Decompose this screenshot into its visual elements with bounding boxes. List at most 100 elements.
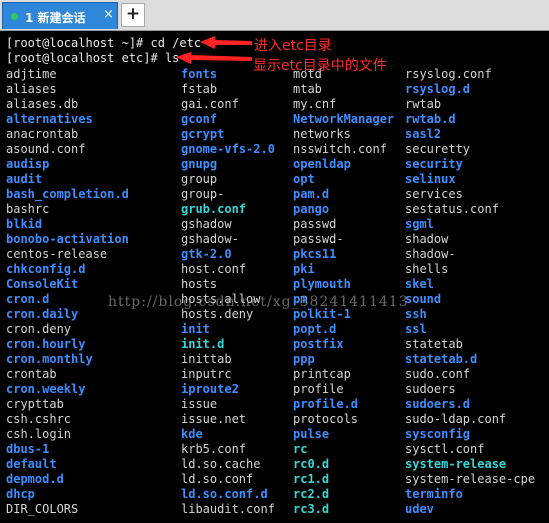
file-entry: sysctl.conf: [405, 442, 485, 456]
file-entry: gshadow: [181, 217, 232, 231]
file-entry: csh.cshrc: [6, 412, 72, 426]
file-entry: plymouth: [293, 277, 351, 291]
file-entry: NetworkManager: [293, 112, 395, 126]
file-entry: hosts: [181, 277, 218, 291]
file-entry: gcrypt: [181, 127, 225, 141]
file-entry: dbus-1: [6, 442, 50, 456]
file-entry: depmod.d: [6, 472, 64, 486]
file-entry: aliases: [6, 82, 57, 96]
file-entry: group-: [181, 187, 225, 201]
file-entry: ppp: [293, 352, 315, 366]
file-entry: pulse: [293, 427, 330, 441]
file-entry: cron.hourly: [6, 337, 86, 351]
annotation-enter-etc: 进入etc目录: [254, 38, 332, 54]
file-entry: csh.login: [6, 427, 72, 441]
file-entry: blkid: [6, 217, 43, 231]
file-entry: system-release-cpe: [405, 472, 536, 486]
file-entry: rc0.d: [293, 457, 330, 471]
file-entry: sound: [405, 292, 442, 306]
file-entry: init: [181, 322, 210, 336]
file-entry: centos-release: [6, 247, 108, 261]
file-entry: aliases.db: [6, 97, 79, 111]
file-entry: ConsoleKit: [6, 277, 79, 291]
file-entry: group: [181, 172, 218, 186]
new-tab-button[interactable]: +: [121, 3, 145, 27]
file-entry: statetab.d: [405, 352, 478, 366]
file-entry: services: [405, 187, 463, 201]
file-entry: system-release: [405, 457, 507, 471]
file-entry: cron.deny: [6, 322, 72, 336]
file-entry: sudo-ldap.conf: [405, 412, 507, 426]
file-entry: sgml: [405, 217, 434, 231]
file-entry: rc3.d: [293, 502, 330, 516]
arrow-to-cd-icon: [200, 36, 252, 49]
file-entry: audit: [6, 172, 43, 186]
file-entry: shadow-: [405, 247, 456, 261]
file-entry: cron.d: [6, 292, 50, 306]
file-entry: mtab: [293, 82, 322, 96]
file-entry: kde: [181, 427, 203, 441]
file-entry: alternatives: [6, 112, 93, 126]
file-entry: gnupg: [181, 157, 218, 171]
file-entry: sudoers: [405, 382, 456, 396]
file-entry: cron.monthly: [6, 352, 93, 366]
terminal-output[interactable]: [root@localhost ~]# cd /etc [root@localh…: [0, 31, 549, 523]
file-entry: fonts: [181, 67, 218, 81]
file-entry: bash_completion.d: [6, 187, 129, 201]
close-icon[interactable]: ×: [103, 7, 114, 22]
file-entry: host.conf: [181, 262, 247, 276]
file-entry: my.cnf: [293, 97, 337, 111]
session-tab[interactable]: 1 新建会话 ×: [2, 2, 118, 29]
file-entry: pam.d: [293, 187, 330, 201]
file-entry: sestatus.conf: [405, 202, 499, 216]
file-entry: postfix: [293, 337, 344, 351]
file-entry: ld.so.conf: [181, 472, 254, 486]
file-entry: protocols: [293, 412, 359, 426]
file-entry: inittab: [181, 352, 232, 366]
file-entry: sysconfig: [405, 427, 471, 441]
file-entry: grub.conf: [181, 202, 247, 216]
file-entry: default: [6, 457, 57, 471]
file-entry: selinux: [405, 172, 456, 186]
file-entry: shadow: [405, 232, 449, 246]
file-entry: inputrc: [181, 367, 232, 381]
file-entry: sudoers.d: [405, 397, 471, 411]
file-entry: ssl: [405, 322, 427, 336]
session-tab-label: 1 新建会话: [25, 11, 86, 25]
file-entry: issue.net: [181, 412, 247, 426]
file-entry: asound.conf: [6, 142, 86, 156]
connection-status-icon: [11, 13, 18, 20]
file-entry: openldap: [293, 157, 351, 171]
file-entry: ld.so.cache: [181, 457, 261, 471]
file-entry: sudo.conf: [405, 367, 471, 381]
file-entry: passwd: [293, 217, 337, 231]
file-entry: chkconfig.d: [6, 262, 86, 276]
file-entry: securetty: [405, 142, 471, 156]
arrow-to-ls-icon: [176, 52, 252, 64]
file-entry: fstab: [181, 82, 218, 96]
file-entry: ld.so.conf.d: [181, 487, 268, 501]
file-entry: bonobo-activation: [6, 232, 129, 246]
file-entry: profile: [293, 382, 344, 396]
file-entry: issue: [181, 397, 218, 411]
file-entry: terminfo: [405, 487, 463, 501]
file-entry: gai.conf: [181, 97, 239, 111]
file-entry: nsswitch.conf: [293, 142, 387, 156]
file-entry: iproute2: [181, 382, 239, 396]
file-entry: rsyslog.d: [405, 82, 471, 96]
file-entry: shells: [405, 262, 449, 276]
file-entry: security: [405, 157, 463, 171]
file-entry: cron.daily: [6, 307, 79, 321]
file-entry: audisp: [6, 157, 50, 171]
file-entry: bashrc: [6, 202, 50, 216]
file-entry: pki: [293, 262, 315, 276]
file-entry: cron.weekly: [6, 382, 86, 396]
file-entry: gtk-2.0: [181, 247, 232, 261]
file-entry: crontab: [6, 367, 57, 381]
file-entry: opt: [293, 172, 315, 186]
file-entry: anacrontab: [6, 127, 79, 141]
file-entry: popt.d: [293, 322, 337, 336]
file-entry: pkcs11: [293, 247, 337, 261]
file-entry: gconf: [181, 112, 218, 126]
file-entry: profile.d: [293, 397, 359, 411]
